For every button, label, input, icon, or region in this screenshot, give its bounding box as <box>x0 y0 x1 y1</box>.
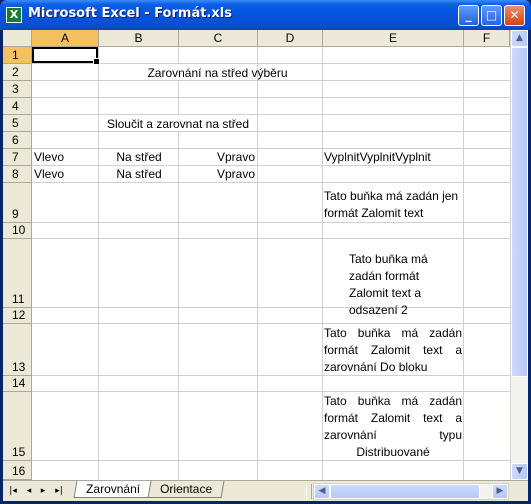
column-header-d[interactable]: D <box>258 30 323 47</box>
gridline <box>32 80 528 81</box>
column-header-c[interactable]: C <box>179 30 258 47</box>
row-header-9[interactable]: 9 <box>3 183 32 223</box>
last-sheet-icon: ▸| <box>55 486 63 496</box>
tab-split-handle[interactable] <box>306 484 312 499</box>
gridline <box>32 131 528 132</box>
row-header-7[interactable]: 7 <box>3 149 32 166</box>
title-bar[interactable]: X Microsoft Excel - Formát.xls _ □ ✕ <box>0 0 531 30</box>
first-sheet-icon: |◂ <box>9 486 17 496</box>
column-header-a[interactable]: A <box>32 30 99 47</box>
prev-sheet-icon: ◂ <box>26 486 32 496</box>
cell-b7[interactable]: Na střed <box>99 167 179 181</box>
gridline <box>32 97 528 98</box>
select-all-corner[interactable] <box>3 30 32 47</box>
excel-icon[interactable]: X <box>6 7 22 23</box>
column-header-f[interactable]: F <box>464 30 510 47</box>
gridline <box>178 47 179 480</box>
row-header-11[interactable]: 11 <box>3 239 32 308</box>
cell-e13[interactable]: Tato buňka má zadán formát Zalomit text … <box>324 325 462 376</box>
gridline <box>32 238 528 239</box>
row-header-4[interactable]: 4 <box>3 98 32 115</box>
row-header-15[interactable]: 15 <box>3 392 32 461</box>
maximize-icon: □ <box>485 8 498 22</box>
row-header-12[interactable]: 12 <box>3 308 32 324</box>
row-header-14[interactable]: 14 <box>3 376 32 392</box>
scroll-right-button[interactable]: ▶ <box>492 484 508 499</box>
prev-sheet-button[interactable]: ◂ <box>23 485 35 497</box>
row-header-8[interactable]: 8 <box>3 166 32 183</box>
cell-b4[interactable]: Sloučit a zarovnat na střed <box>99 117 257 131</box>
cell-e11[interactable]: Tato buňka má zadán formát Zalomit text … <box>349 251 437 319</box>
column-header-b[interactable]: B <box>99 30 179 47</box>
close-icon: ✕ <box>509 8 520 22</box>
gridline <box>32 182 528 183</box>
gridline <box>32 323 528 324</box>
scroll-left-button[interactable]: ◀ <box>314 484 330 499</box>
gridline <box>257 47 258 480</box>
cell-c6[interactable]: Vpravo <box>179 150 255 164</box>
next-sheet-button[interactable]: ▸ <box>37 485 49 497</box>
maximize-button[interactable]: □ <box>481 5 502 26</box>
cell-b2[interactable]: Zarovnání na střed výběru <box>99 66 336 80</box>
gridline <box>32 148 528 149</box>
cell-c7[interactable]: Vpravo <box>179 167 255 181</box>
window-title: Microsoft Excel - Formát.xls <box>28 6 232 21</box>
sheet-tab-bar: |◂ ◂ ▸ ▸| Zarovnání Orientace ◀ ▶ <box>3 480 528 501</box>
gridline <box>32 165 528 166</box>
arrow-right-icon: ▶ <box>496 486 504 496</box>
arrow-down-icon: ▼ <box>516 466 523 476</box>
tab-zarovnani[interactable]: Zarovnání <box>73 481 153 498</box>
vertical-scroll-thumb[interactable] <box>511 47 528 377</box>
next-sheet-icon: ▸ <box>40 486 46 496</box>
arrow-left-icon: ◀ <box>318 486 326 496</box>
horizontal-scroll-thumb[interactable] <box>330 484 480 499</box>
cell-e6[interactable]: VyplnitVyplnitVyplnit <box>324 150 431 164</box>
row-header-5[interactable]: 5 <box>3 115 32 132</box>
close-button[interactable]: ✕ <box>504 5 525 26</box>
excel-window: X Microsoft Excel - Formát.xls _ □ ✕ A B… <box>0 0 531 504</box>
first-sheet-button[interactable]: |◂ <box>7 485 19 497</box>
row-header-3[interactable]: 3 <box>3 81 32 98</box>
scroll-up-button[interactable]: ▲ <box>511 30 528 47</box>
row-header-2[interactable]: 2 <box>3 64 32 81</box>
cell-b6[interactable]: Na střed <box>99 150 179 164</box>
row-header-1[interactable]: 1 <box>3 47 32 64</box>
cell-a6[interactable]: Vlevo <box>34 150 64 164</box>
row-header-13[interactable]: 13 <box>3 324 32 376</box>
vertical-scrollbar[interactable]: ▲ ▼ <box>510 30 528 480</box>
gridline <box>32 307 528 308</box>
cell-e15[interactable]: Tato buňka má zadán formát Zalomit text … <box>324 393 462 461</box>
gridline <box>463 47 464 480</box>
cell-e9[interactable]: Tato buňka má zadán jen formát Zalomit t… <box>324 188 462 222</box>
gridline <box>322 47 323 480</box>
scroll-down-button[interactable]: ▼ <box>511 463 528 480</box>
worksheet-grid[interactable]: A B C D E F 1 2 3 4 5 6 7 8 9 10 11 12 1… <box>3 30 528 480</box>
row-header-6[interactable]: 6 <box>3 132 32 149</box>
workbook-frame: A B C D E F 1 2 3 4 5 6 7 8 9 10 11 12 1… <box>3 30 528 501</box>
row-header-10[interactable]: 10 <box>3 223 32 239</box>
gridline <box>32 391 528 392</box>
column-header-e[interactable]: E <box>323 30 464 47</box>
cell-a7[interactable]: Vlevo <box>34 167 64 181</box>
last-sheet-button[interactable]: ▸| <box>53 485 65 497</box>
horizontal-scrollbar[interactable]: ◀ ▶ <box>313 483 509 500</box>
row-header-16[interactable]: 16 <box>3 461 32 480</box>
minimize-button[interactable]: _ <box>458 5 479 26</box>
arrow-up-icon: ▲ <box>516 33 523 43</box>
gridline <box>98 47 99 480</box>
minimize-icon: _ <box>465 8 472 22</box>
tab-orientace[interactable]: Orientace <box>147 481 225 498</box>
active-cell-a1[interactable] <box>32 47 100 65</box>
gridline <box>32 222 528 223</box>
